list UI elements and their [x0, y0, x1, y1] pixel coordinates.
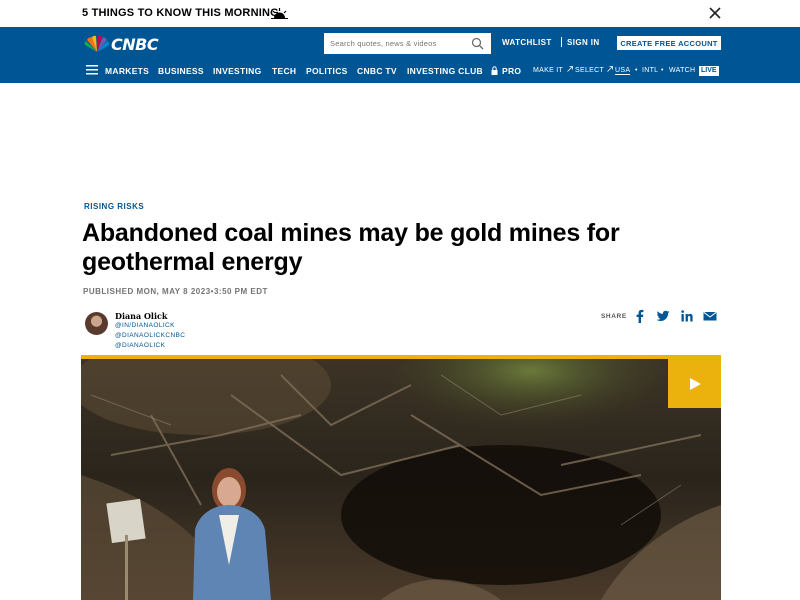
article-headline: Abandoned coal mines may be gold mines f… — [82, 219, 702, 277]
video-thumbnail — [81, 355, 721, 600]
video-player[interactable] — [81, 355, 721, 600]
close-icon[interactable] — [707, 5, 723, 21]
top-banner: 5 THINGS TO KNOW THIS MORNING — [0, 0, 800, 27]
author-avatar[interactable] — [85, 312, 108, 335]
external-link-icon — [607, 66, 613, 72]
video-accent-bar — [81, 355, 721, 359]
menu-icon[interactable] — [86, 65, 98, 75]
article-kicker[interactable]: RISING RISKS — [84, 202, 144, 211]
lock-icon — [491, 66, 498, 75]
nav-item-pro[interactable]: PRO — [502, 66, 521, 76]
watchlist-link[interactable]: WATCHLIST — [502, 38, 552, 47]
facebook-icon[interactable] — [633, 309, 647, 323]
nav-item-investing[interactable]: INVESTING — [213, 66, 262, 76]
search-input[interactable] — [324, 39, 464, 48]
published-date: PUBLISHED MON, MAY 8 2023•3:50 PM EDT — [83, 287, 268, 296]
nav-make-it[interactable]: MAKE IT — [533, 67, 563, 74]
nav-item-markets[interactable]: MARKETS — [105, 66, 149, 76]
nav-dot: • — [661, 67, 664, 74]
share-label: SHARE — [601, 313, 627, 320]
nav-dot: • — [635, 67, 638, 74]
create-account-button[interactable]: CREATE FREE ACCOUNT — [617, 36, 721, 50]
author-instagram-link[interactable]: @DIANAOLICK — [115, 342, 165, 349]
play-icon — [689, 377, 701, 390]
headline-line-2: geothermal energy — [82, 248, 303, 276]
site-header: CNBC WATCHLIST SIGN IN CREATE FREE ACCOU… — [0, 27, 800, 83]
author-twitter-link[interactable]: @DIANAOLICKCNBC — [115, 332, 185, 339]
play-button[interactable] — [668, 359, 721, 408]
author-linkedin-link[interactable]: @IN/DIANAOLICK — [115, 322, 175, 329]
nav-select[interactable]: SELECT — [575, 67, 604, 74]
nav-item-politics[interactable]: POLITICS — [306, 66, 348, 76]
headline-line-1: Abandoned coal mines may be gold mines f… — [82, 219, 620, 247]
main-nav: MARKETS BUSINESS INVESTING TECH POLITICS… — [0, 63, 800, 79]
twitter-icon[interactable] — [656, 309, 670, 323]
nav-item-business[interactable]: BUSINESS — [158, 66, 204, 76]
five-things-link[interactable]: 5 THINGS TO KNOW THIS MORNING — [82, 7, 279, 19]
nav-item-cnbc-tv[interactable]: CNBC TV — [357, 66, 397, 76]
external-link-icon — [567, 66, 573, 72]
header-divider — [561, 37, 562, 47]
linkedin-icon[interactable] — [680, 309, 694, 323]
nav-watch[interactable]: WATCH — [669, 67, 695, 74]
logo-text: CNBC — [111, 34, 159, 54]
nav-usa[interactable]: USA — [615, 67, 631, 75]
live-badge[interactable]: LIVE — [699, 66, 719, 76]
peacock-icon — [84, 35, 110, 52]
email-icon[interactable] — [703, 309, 717, 323]
search-box[interactable] — [324, 33, 491, 54]
nav-item-tech[interactable]: TECH — [272, 66, 296, 76]
nav-item-investing-club[interactable]: INVESTING CLUB — [407, 66, 483, 76]
sunrise-icon — [271, 8, 288, 19]
search-icon[interactable] — [471, 37, 484, 50]
nav-intl[interactable]: INTL — [642, 67, 658, 74]
sign-in-link[interactable]: SIGN IN — [567, 38, 600, 47]
author-name[interactable]: Diana Olick — [115, 311, 167, 321]
cnbc-logo[interactable]: CNBC — [84, 34, 159, 54]
